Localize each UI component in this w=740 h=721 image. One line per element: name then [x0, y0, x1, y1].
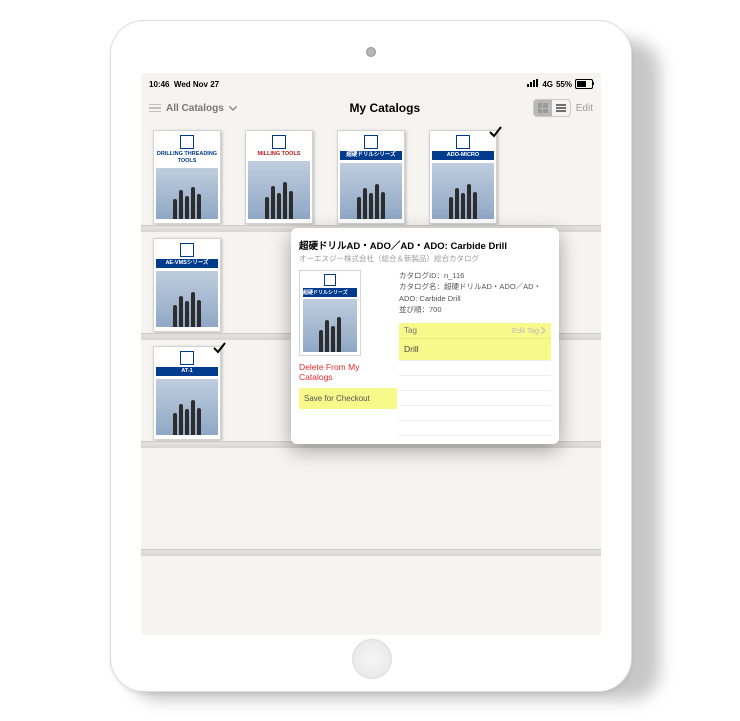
tag-header: Tag Edit Tag	[399, 323, 551, 339]
shelf-row: DRILLING THREADING TOOLS MILLING TOOLS 超…	[141, 124, 601, 232]
popup-thumbnail: 超硬ドリルシリーズ	[299, 270, 361, 356]
tag-label: Tag	[404, 326, 417, 335]
chevron-down-icon	[229, 103, 237, 114]
catalog-title: AT-1	[156, 367, 218, 376]
status-right: 4G 55%	[527, 79, 593, 89]
brand-logo-icon	[272, 135, 286, 149]
save-for-checkout-button[interactable]: Save for Checkout	[299, 388, 397, 409]
list-item	[399, 376, 551, 391]
popup-title: 超硬ドリルAD・ADO／AD・ADO: Carbide Drill	[299, 238, 551, 252]
brand-logo-icon	[180, 243, 194, 257]
popup-metadata: カタログID：n_116 カタログ名：超硬ドリルAD・ADO／AD・ADO: C…	[399, 270, 551, 315]
catalog-item[interactable]: MILLING TOOLS	[245, 130, 313, 224]
shelf-row	[141, 448, 601, 556]
catalog-detail-popup: 超硬ドリルAD・ADO／AD・ADO: Carbide Drill オーエスジー…	[291, 228, 559, 444]
delete-from-catalogs-button[interactable]: Delete From My Catalogs	[299, 362, 391, 382]
grid-view-button[interactable]	[534, 100, 552, 116]
filter-label: All Catalogs	[166, 103, 224, 114]
catalog-item[interactable]: ADO-MICRO	[429, 130, 497, 224]
home-button[interactable]	[352, 639, 392, 679]
tag-value[interactable]: Drill	[399, 339, 551, 361]
brand-logo-icon	[180, 351, 194, 365]
camera-dot	[366, 47, 376, 57]
list-item	[399, 421, 551, 436]
list-icon	[556, 104, 566, 112]
shelf-row	[141, 556, 601, 635]
brand-logo-icon	[364, 135, 378, 149]
status-time: 10:46	[149, 80, 169, 89]
nav-bar: All Catalogs My Catalogs	[141, 92, 601, 124]
catalog-item[interactable]: AT-1	[153, 346, 221, 440]
popup-subtitle: オーエスジー株式会社（総合＆新製品）総合カタログ	[299, 253, 551, 264]
ipad-frame: 10:46 Wed Nov 27 4G 55% All Catalogs	[110, 20, 632, 692]
checkmark-icon	[212, 341, 226, 355]
checkmark-icon	[488, 125, 502, 139]
network-label: 4G	[542, 80, 553, 89]
edit-button[interactable]: Edit	[576, 103, 593, 114]
brand-logo-icon	[456, 135, 470, 149]
catalog-title: ADO-MICRO	[432, 151, 494, 160]
catalog-item[interactable]: 超硬ドリルシリーズ	[337, 130, 405, 224]
catalog-item[interactable]: AE-VMSシリーズ	[153, 238, 221, 332]
brand-logo-icon	[180, 135, 194, 149]
catalog-title: MILLING TOOLS	[258, 151, 301, 158]
list-item	[399, 391, 551, 406]
status-bar: 10:46 Wed Nov 27 4G 55%	[141, 73, 601, 92]
status-left: 10:46 Wed Nov 27	[149, 80, 219, 89]
view-toggle[interactable]	[533, 99, 571, 117]
page-title: My Catalogs	[349, 101, 420, 115]
battery-label: 55%	[556, 80, 572, 89]
signal-icon	[527, 79, 539, 89]
list-view-button[interactable]	[552, 100, 570, 116]
chevron-right-icon	[541, 327, 546, 334]
edit-tag-button[interactable]: Edit Tag	[512, 326, 546, 335]
brand-logo-icon	[324, 274, 336, 286]
list-item	[399, 406, 551, 421]
screen: 10:46 Wed Nov 27 4G 55% All Catalogs	[141, 73, 601, 635]
thumb-title: 超硬ドリルシリーズ	[303, 288, 357, 297]
menu-icon	[149, 104, 161, 113]
grid-icon	[538, 103, 548, 113]
status-date: Wed Nov 27	[174, 80, 219, 89]
catalog-title: DRILLING THREADING TOOLS	[156, 151, 218, 165]
filter-dropdown[interactable]: All Catalogs	[149, 103, 237, 114]
battery-icon	[575, 79, 593, 89]
catalog-title: 超硬ドリルシリーズ	[340, 151, 402, 160]
list-item	[399, 361, 551, 376]
catalog-item[interactable]: DRILLING THREADING TOOLS	[153, 130, 221, 224]
catalog-title: AE-VMSシリーズ	[156, 259, 218, 268]
